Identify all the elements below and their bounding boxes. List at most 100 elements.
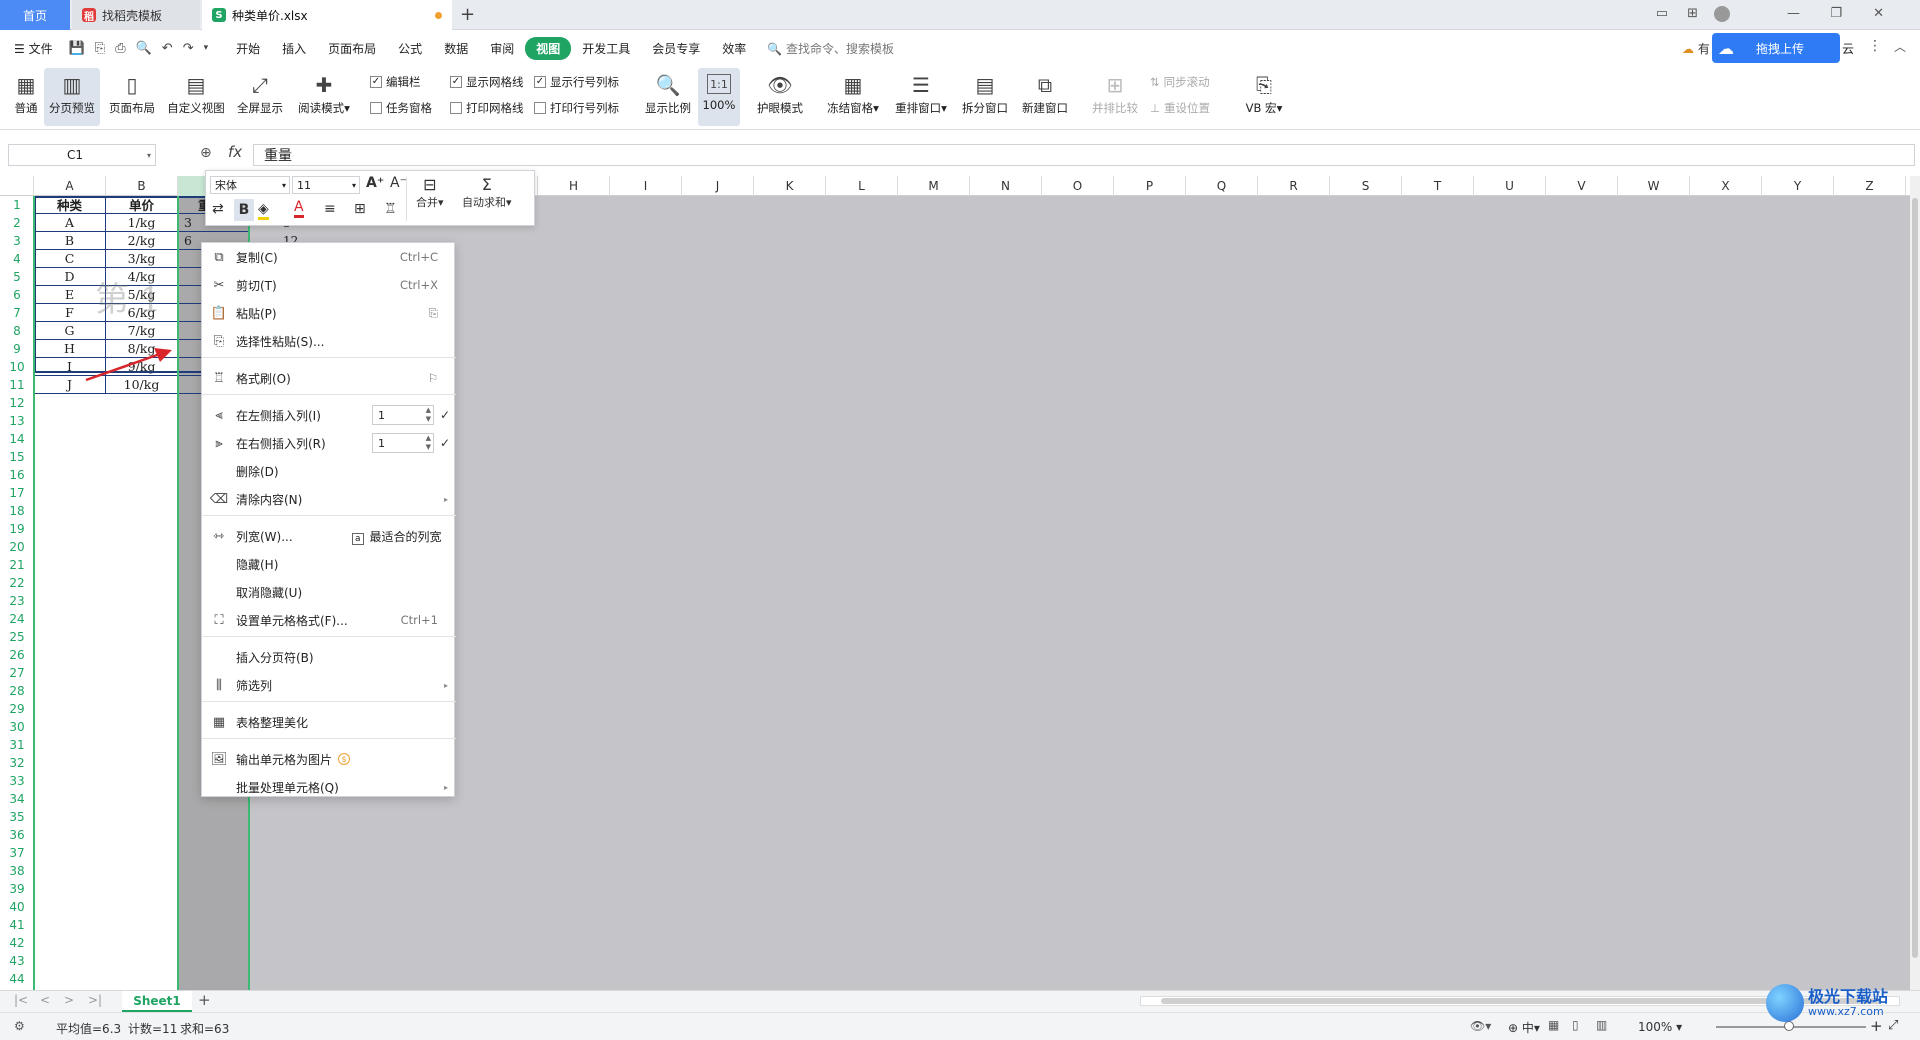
print-headers-checkbox[interactable]: 打印行号列标	[534, 100, 619, 116]
column-header-v[interactable]: V	[1546, 176, 1618, 196]
input-method-button[interactable]: ⊕ 中▾	[1508, 1019, 1540, 1036]
menu-page-layout[interactable]: 页面布局	[317, 37, 387, 60]
tab-home[interactable]: 首页	[0, 0, 70, 30]
vb-macro-button[interactable]: ⎘ VB 宏▾	[1236, 68, 1292, 126]
shrink-font-icon[interactable]: A⁻	[390, 175, 407, 191]
reset-position-button[interactable]: ⊥ 重设位置	[1150, 100, 1210, 116]
beautify-table-item[interactable]: ▦ 表格整理美化	[202, 708, 456, 736]
tab-template[interactable]: 稻 找稻壳模板	[72, 0, 200, 30]
normal-view-button[interactable]: ▦ 普通	[6, 68, 46, 126]
show-gridlines-checkbox[interactable]: ✓ 显示网格线	[450, 74, 524, 90]
sync-scroll-button[interactable]: ⇅ 同步滚动	[1150, 74, 1210, 90]
font-color-button[interactable]: A	[294, 199, 304, 218]
formula-input[interactable]: 重量	[253, 144, 1915, 166]
side-by-side-button[interactable]: ⊞ 并排比较	[1088, 68, 1142, 126]
column-header-t[interactable]: T	[1402, 176, 1474, 196]
paste-item[interactable]: 📋 粘贴(P) ⎘	[202, 299, 456, 327]
save-icon[interactable]: 💾	[69, 41, 85, 56]
column-header-z[interactable]: Z	[1834, 176, 1906, 196]
insert-left-item[interactable]: ⫷ 在左侧插入列(I) 1 ▲ ▼ ✓	[202, 401, 456, 429]
column-header-q[interactable]: Q	[1186, 176, 1258, 196]
insert-left-count[interactable]: 1 ▲ ▼	[372, 405, 434, 425]
menu-member[interactable]: 会员专享	[641, 37, 711, 60]
quick-access-dropdown-icon[interactable]: ▾	[204, 43, 209, 53]
autosum-button[interactable]: Σ 自动求和▾	[462, 175, 512, 210]
file-menu[interactable]: ☰ 文件	[0, 37, 64, 60]
avatar[interactable]	[1714, 6, 1730, 22]
zoom-formula-icon[interactable]: ⊕	[200, 145, 212, 161]
eye-mode-button[interactable]: 👁 护眼模式	[752, 68, 808, 126]
cut-item[interactable]: ✂ 剪切(T) Ctrl+X	[202, 271, 456, 299]
menu-review[interactable]: 审阅	[479, 37, 525, 60]
page-layout-view-icon[interactable]: ▯	[1572, 1018, 1579, 1032]
menu-efficiency[interactable]: 效率	[711, 37, 757, 60]
delete-item[interactable]: 删除(D)	[202, 457, 456, 485]
zoom-slider-thumb[interactable]	[1784, 1021, 1794, 1031]
next-sheet-icon[interactable]: >	[64, 993, 74, 1007]
more-icon[interactable]: ⋮	[1868, 38, 1882, 54]
show-headers-checkbox[interactable]: ✓ 显示行号列标	[534, 74, 619, 90]
full-screen-button[interactable]: ⤢ 全屏显示	[232, 68, 288, 126]
drag-upload-button[interactable]: ☁ 拖拽上传	[1712, 33, 1840, 63]
split-window-button[interactable]: ▤ 拆分窗口	[958, 68, 1012, 126]
column-width-item[interactable]: ⇿ 列宽(W)... a 最适合的列宽	[202, 522, 456, 550]
column-header-w[interactable]: W	[1618, 176, 1690, 196]
format-painter-item[interactable]: ♖ 格式刷(O) ⚐	[202, 364, 456, 392]
scroll-thumb[interactable]	[1912, 198, 1918, 958]
merge-button[interactable]: ⊟ 合并▾	[416, 175, 444, 210]
page-break-view-icon[interactable]: ▥	[1596, 1018, 1607, 1032]
check-icon[interactable]: ✓	[440, 408, 450, 422]
prev-sheet-icon[interactable]: <	[40, 993, 50, 1007]
column-header-x[interactable]: X	[1690, 176, 1762, 196]
rearrange-windows-button[interactable]: ☰ 重排窗口▾	[890, 68, 952, 126]
tab-file[interactable]: S 种类单价.xlsx	[202, 0, 452, 30]
fx-icon[interactable]: fx	[228, 143, 242, 161]
fit-screen-icon[interactable]: ⤢	[1888, 1018, 1898, 1033]
task-pane-checkbox[interactable]: 任务窗格	[370, 100, 432, 116]
new-tab-button[interactable]: +	[460, 4, 475, 25]
eye-icon[interactable]: 👁▾	[1470, 1019, 1491, 1033]
apps-icon[interactable]: ⊞	[1687, 6, 1698, 21]
print-preview-icon[interactable]: 🔍	[136, 41, 152, 56]
macro-record-icon[interactable]: ⚙	[14, 1019, 25, 1033]
unhide-item[interactable]: 取消隐藏(U)	[202, 578, 456, 606]
page-layout-button[interactable]: ▯ 页面布局	[104, 68, 160, 126]
freeze-panes-button[interactable]: ▦ 冻结窗格▾	[822, 68, 884, 126]
menu-start[interactable]: 开始	[225, 37, 271, 60]
custom-view-button[interactable]: ▤ 自定义视图	[164, 68, 228, 126]
new-window-button[interactable]: ⧉ 新建窗口	[1018, 68, 1072, 126]
zoom-select[interactable]: 100% ▾	[1638, 1020, 1682, 1034]
font-size-select[interactable]: 11 ▾	[292, 176, 360, 194]
zoom-button[interactable]: 🔍 显示比例	[640, 68, 696, 126]
batch-process-item[interactable]: 批量处理单元格(Q) ▸	[202, 773, 456, 801]
collapse-ribbon-icon[interactable]: ︿	[1894, 38, 1906, 55]
menu-developer[interactable]: 开发工具	[571, 37, 641, 60]
insert-right-item[interactable]: ⫸ 在右侧插入列(R) 1 ▲ ▼ ✓	[202, 429, 456, 457]
clear-contents-item[interactable]: ⌫ 清除内容(N) ▸	[202, 485, 456, 513]
export-icon[interactable]: ⎘	[95, 41, 105, 56]
paste-special-item[interactable]: ⎘ 选择性粘贴(S)...	[202, 327, 456, 355]
print-icon[interactable]: ⎙	[115, 41, 125, 56]
column-header-p[interactable]: P	[1114, 176, 1186, 196]
undo-icon[interactable]: ↶	[162, 41, 173, 56]
edit-bar-checkbox[interactable]: ✓ 编辑栏	[370, 74, 421, 90]
column-header-n[interactable]: N	[970, 176, 1042, 196]
menu-formula[interactable]: 公式	[387, 37, 433, 60]
vertical-scrollbar[interactable]	[1910, 176, 1920, 990]
command-search[interactable]: 🔍 查找命令、搜索模板	[767, 40, 894, 57]
insert-page-break-item[interactable]: 插入分页符(B)	[202, 643, 456, 671]
print-gridlines-checkbox[interactable]: 打印网格线	[450, 100, 524, 116]
bold-button[interactable]: B	[234, 199, 254, 221]
format-cells-item[interactable]: ⛶ 设置单元格格式(F)... Ctrl+1	[202, 606, 456, 634]
format-convert-icon[interactable]: ⇄	[212, 201, 224, 217]
column-header-r[interactable]: R	[1258, 176, 1330, 196]
restore-icon[interactable]: ❐	[1830, 6, 1842, 21]
column-header-y[interactable]: Y	[1762, 176, 1834, 196]
reading-mode-button[interactable]: ✚ 阅读模式▾	[292, 68, 356, 126]
format-painter-icon[interactable]: ♖	[384, 201, 397, 217]
grow-font-icon[interactable]: A⁺	[366, 175, 384, 191]
filter-column-item[interactable]: ⫼ 筛选列 ▸	[202, 671, 456, 699]
last-sheet-icon[interactable]: >|	[88, 993, 102, 1007]
copy-item[interactable]: ⧉ 复制(C) Ctrl+C	[202, 243, 456, 271]
export-image-item[interactable]: 🖼 输出单元格为图片 $	[202, 745, 456, 773]
